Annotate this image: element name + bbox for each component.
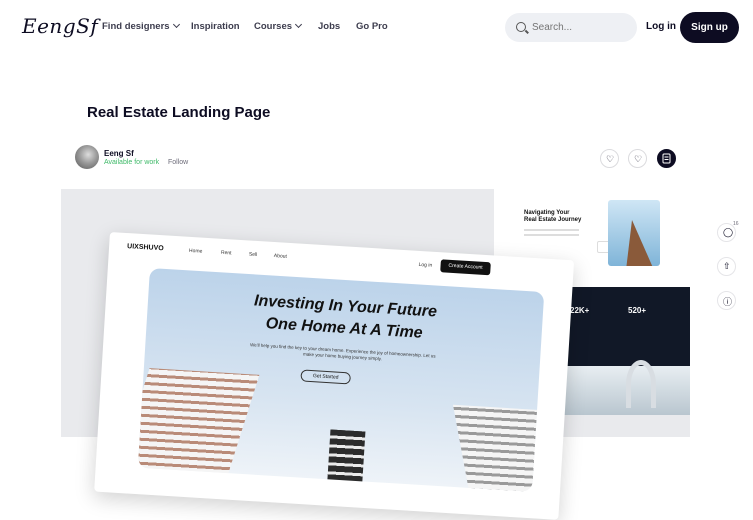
side-title-2: Real Estate Journey <box>524 217 582 223</box>
like-button[interactable]: ♡ <box>600 149 619 168</box>
logo[interactable]: EengSf <box>22 14 98 38</box>
save-button[interactable]: ♡ <box>628 149 647 168</box>
info-button[interactable]: ⓘ <box>717 291 736 310</box>
follow-link[interactable]: Follow <box>168 159 188 166</box>
availability-badge: Available for work <box>104 159 160 166</box>
shot-title: Real Estate Landing Page <box>87 104 271 121</box>
mockup-login: Log in <box>418 261 433 269</box>
comment-icon: ◯ <box>723 227 734 237</box>
hero-building-left <box>137 368 260 483</box>
search-box[interactable] <box>505 13 637 42</box>
search-input[interactable] <box>532 20 627 35</box>
chevron-down-icon <box>172 20 180 29</box>
nav-courses[interactable]: Courses <box>254 20 303 32</box>
top-navbar: EengSf Find designers Inspiration Course… <box>0 0 753 56</box>
search-icon <box>516 22 526 32</box>
collections-button[interactable] <box>657 149 676 168</box>
comments-count: 16 <box>733 221 739 227</box>
side-building-image <box>608 200 660 266</box>
mockup-hero: Investing In Your Future One Home At A T… <box>137 268 545 492</box>
mockup-menu-home: Home <box>188 247 203 255</box>
share-icon: ⇧ <box>723 261 731 271</box>
share-button[interactable]: ⇧ <box>717 257 736 276</box>
hero-get-started: Get Started <box>300 369 351 385</box>
mockup-menu-sell: Sell <box>248 251 258 259</box>
side-text-line <box>524 234 579 236</box>
nav-jobs[interactable]: Jobs <box>318 21 340 32</box>
stat-1: 22K+ <box>570 306 590 315</box>
hero-building-right <box>452 404 545 492</box>
info-icon: ⓘ <box>723 297 733 307</box>
hero-subtext: We'll help you find the key to your drea… <box>249 342 436 362</box>
mockup-menu-about: About <box>273 253 288 260</box>
nav-find-designers[interactable]: Find designers <box>102 20 180 32</box>
mockup-menu-rent: Rent <box>220 249 232 257</box>
heart-icon: ♡ <box>634 154 643 164</box>
side-title-1: Navigating Your <box>524 210 570 216</box>
chevron-down-icon <box>294 20 303 29</box>
nav-inspiration[interactable]: Inspiration <box>191 21 240 32</box>
stat-2: 520+ <box>628 306 647 315</box>
login-link[interactable]: Log in <box>646 21 676 32</box>
nav-go-pro[interactable]: Go Pro <box>356 21 388 32</box>
avatar[interactable] <box>75 145 99 169</box>
mockup-cta: Create Account <box>440 259 491 276</box>
author-name[interactable]: Eeng Sf <box>104 149 134 158</box>
signup-button[interactable]: Sign up <box>680 12 739 43</box>
side-text-line <box>524 229 579 231</box>
arch-shape <box>626 360 656 408</box>
bookmark-icon <box>662 153 671 164</box>
mockup-brand: UIXSHUVO <box>126 243 164 253</box>
heart-icon: ♡ <box>606 154 615 164</box>
